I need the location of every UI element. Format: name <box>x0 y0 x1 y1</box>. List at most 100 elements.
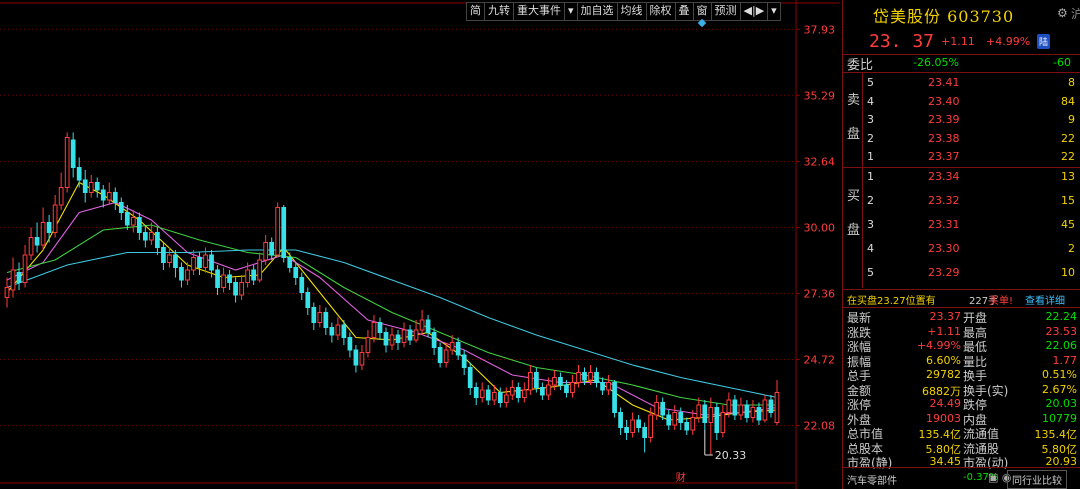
stat-value: 6.60% <box>926 353 961 367</box>
market-badge: 陆 <box>1037 34 1051 49</box>
kline-chart[interactable]: 37.93 35.29 32.64 30.00 27.36 24.72 22.08 20.33… <box>0 0 840 489</box>
stock-title: 岱美股份 603730 <box>873 7 1015 26</box>
candle-body <box>600 382 605 391</box>
candle-body <box>22 254 28 283</box>
candle-body <box>383 332 389 346</box>
order-price: 23.29 <box>928 266 960 279</box>
buy-level-row[interactable]: 5 23.29 10 <box>863 264 1080 282</box>
buy-level-row[interactable]: 4 23.30 2 <box>863 240 1080 258</box>
candle-body <box>142 232 148 241</box>
sell-level-row[interactable]: 3 23.39 9 <box>863 111 1080 129</box>
view-detail-link[interactable]: 查看详细 <box>1025 292 1065 307</box>
buy-side-label: 买盘 <box>847 189 861 238</box>
big-order-notice[interactable]: 在买盘23.27位置有 227手 买单! 查看详细 <box>843 291 1080 307</box>
order-level: 4 <box>867 242 874 255</box>
webi-diff: -60 <box>1053 56 1071 69</box>
candle-body <box>263 242 269 261</box>
candle-body <box>588 372 593 381</box>
candle-body <box>449 342 455 351</box>
order-price: 23.30 <box>928 242 960 255</box>
candle-body <box>708 407 714 423</box>
candle-body <box>365 337 371 353</box>
last-price: 23. 37 <box>869 31 935 52</box>
order-level: 1 <box>867 150 874 164</box>
candle-body <box>612 382 617 413</box>
sell-level-row[interactable]: 5 23.41 8 <box>863 74 1080 92</box>
price-tick-label: 37.93 <box>804 23 836 36</box>
candle-body <box>648 414 654 438</box>
candle-body <box>654 402 660 416</box>
truncated-label: 沪 <box>1071 7 1080 21</box>
low-price-label: 20.33 <box>715 449 747 462</box>
candle-body <box>413 329 419 341</box>
candle-body <box>16 272 22 283</box>
order-price: 23.31 <box>928 218 960 231</box>
sell-level-row[interactable]: 4 23.40 84 <box>863 93 1080 111</box>
toolbar-ma-button[interactable]: 均线 <box>618 3 647 20</box>
candle-body <box>750 407 756 418</box>
candle-body <box>239 282 244 296</box>
buy-level-row[interactable]: 2 23.32 15 <box>863 192 1080 210</box>
toolbar-ex-rights-button[interactable]: 除权 <box>647 3 676 20</box>
candle-body <box>317 312 323 323</box>
price-tick-label: 32.64 <box>804 156 836 169</box>
order-volume: 8 <box>1068 76 1075 89</box>
candle-body <box>245 269 250 283</box>
big-order-text: 在买盘23.27位置有 <box>847 296 936 307</box>
sell-level-row[interactable]: 2 23.38 22 <box>863 130 1080 148</box>
candle-body <box>179 267 184 281</box>
order-volume: 22 <box>1061 131 1075 145</box>
toolbar-major-events-button[interactable]: 重大事件 <box>514 3 565 20</box>
price-change: +1.11 <box>941 35 975 48</box>
toolbar-add-watchlist-button[interactable]: 加自选 <box>578 3 618 20</box>
candle-body <box>52 204 58 233</box>
candle-body <box>335 324 341 336</box>
order-volume: 22 <box>1061 150 1075 164</box>
gear-icon[interactable]: ⚙ <box>1057 6 1068 20</box>
candle-body <box>221 274 226 288</box>
stat-value: 22.06 <box>1045 339 1078 352</box>
toolbar-forecast-button[interactable]: 预测 <box>712 3 741 20</box>
divider <box>843 289 1080 290</box>
compare-peers-button[interactable]: 同行业比较 <box>1007 470 1067 489</box>
candle-body <box>118 202 124 213</box>
order-level: 1 <box>867 170 874 183</box>
candle-body <box>64 137 70 188</box>
toolbar-nav-button[interactable]: ◀|▶ <box>741 3 769 20</box>
stat-value: 24.49 <box>929 397 962 410</box>
candle-body <box>34 237 40 246</box>
candle-body <box>341 324 347 338</box>
price-tick-label: 30.00 <box>804 222 836 235</box>
order-price: 23.38 <box>928 131 960 145</box>
toolbar-window-button[interactable]: 窗 <box>694 3 712 20</box>
stat-value: 29782 <box>926 368 961 381</box>
candle-body <box>46 222 52 233</box>
toolbar-nine-turn-button[interactable]: 九转 <box>485 3 514 20</box>
toolbar-more-dropdown[interactable]: ▾ <box>768 3 780 20</box>
order-level: 5 <box>867 266 874 279</box>
candle-body <box>618 412 623 428</box>
stat-value: 22.24 <box>1045 310 1078 323</box>
buy-level-row[interactable]: 1 23.34 13 <box>863 168 1080 186</box>
industry-name[interactable]: 汽车零部件 <box>847 472 897 487</box>
toolbar-events-dropdown[interactable]: ▾ <box>565 3 578 20</box>
buy-level-row[interactable]: 3 23.31 45 <box>863 216 1080 234</box>
stat-value: +1.11 <box>927 324 961 338</box>
candle-body <box>534 372 539 388</box>
candle-body <box>437 347 443 363</box>
order-volume: 84 <box>1061 94 1075 108</box>
divider <box>843 72 1080 73</box>
stat-value: +4.99% <box>916 339 961 352</box>
sell-level-row[interactable]: 1 23.37 22 <box>863 148 1080 166</box>
candle-body <box>100 189 106 201</box>
stat-value: 19003 <box>926 411 961 425</box>
candle-body <box>269 242 275 256</box>
candle-body <box>527 372 533 391</box>
toolbar-simple-button[interactable]: 简 <box>467 3 485 20</box>
toolbar-overlay-button[interactable]: 叠 <box>676 3 694 20</box>
candle-body <box>76 167 82 181</box>
candle-body <box>696 404 702 418</box>
candle-body <box>28 237 34 256</box>
candle-body <box>155 232 160 248</box>
order-level: 3 <box>867 113 874 127</box>
